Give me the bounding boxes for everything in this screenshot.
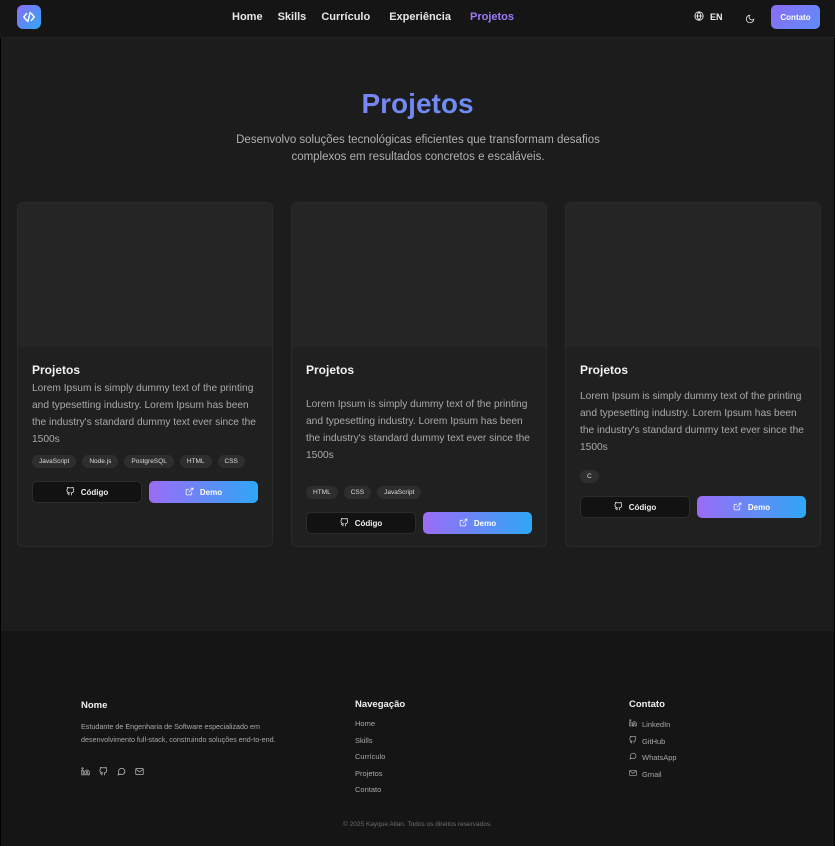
tag: C [580, 470, 599, 483]
nav-link-curriculo[interactable]: Currículo [321, 11, 370, 23]
whatsapp-icon[interactable] [117, 763, 126, 781]
project-card: Projetos Lorem Ipsum is simply dummy tex… [17, 202, 273, 547]
code-button-label: Código [628, 502, 657, 512]
footer-contact-heading: Contato [629, 699, 665, 710]
footer-bio: Estudante de Engenharia de Software espe… [81, 722, 276, 744]
code-button-label: Código [354, 518, 383, 528]
footer-name-heading: Nome [81, 700, 108, 711]
tag: PostgreSQL [124, 455, 174, 468]
mail-icon[interactable] [135, 763, 144, 781]
demo-button[interactable]: Demo [149, 481, 258, 503]
github-icon [614, 501, 623, 513]
tag: JavaScript [32, 455, 77, 468]
project-title: Projetos [580, 363, 629, 377]
project-description: Lorem Ipsum is simply dummy text of the … [32, 383, 256, 445]
project-card: Projetos Lorem Ipsum is simply dummy tex… [291, 202, 547, 547]
footer-nav-heading: Navegação [355, 699, 406, 710]
github-icon[interactable] [99, 763, 108, 781]
project-tags: C [580, 470, 599, 483]
copyright-text: © 2025 Kayque Allan. Todos os direitos r… [343, 821, 492, 828]
external-link-icon [459, 518, 468, 529]
footer-link-curriculo[interactable]: Currículo [355, 752, 385, 761]
linkedin-icon [629, 719, 637, 729]
tag: Node.js [82, 455, 119, 468]
footer-link-projetos[interactable]: Projetos [355, 769, 383, 778]
demo-button[interactable]: Demo [697, 496, 806, 518]
project-card: Projetos Lorem Ipsum is simply dummy tex… [565, 202, 821, 547]
project-tags: HTML CSS JavaScript [306, 486, 422, 499]
linkedin-icon[interactable] [81, 763, 90, 781]
contact-label: WhatsApp [642, 752, 677, 762]
whatsapp-icon [629, 752, 637, 762]
footer-contact-linkedin[interactable]: LinkedIn [629, 719, 670, 729]
code-button[interactable]: Código [580, 496, 690, 518]
page-title: Projetos [0, 88, 835, 120]
github-icon [340, 517, 349, 529]
globe-icon [694, 11, 704, 23]
contact-button[interactable]: Contato [771, 5, 820, 29]
project-description: Lorem Ipsum is simply dummy text of the … [306, 399, 530, 461]
tag: JavaScript [377, 486, 422, 499]
theme-toggle-moon-icon[interactable] [745, 11, 755, 29]
external-link-icon [733, 502, 742, 513]
code-button-label: Código [80, 487, 109, 497]
footer-link-skills[interactable]: Skills [355, 736, 373, 745]
nav-links: Home Skills Currículo Experiência Projet… [232, 11, 514, 23]
project-title: Projetos [32, 363, 81, 377]
demo-button[interactable]: Demo [423, 512, 532, 534]
footer-contact-github[interactable]: GitHub [629, 735, 666, 746]
footer-contact-gmail[interactable]: Gmail [629, 769, 662, 779]
external-link-icon [185, 487, 194, 498]
language-label: EN [710, 12, 723, 22]
project-image [18, 203, 272, 347]
footer-contact-whatsapp[interactable]: WhatsApp [629, 752, 677, 762]
project-tags: JavaScript Node.js PostgreSQL HTML CSS [32, 455, 245, 468]
page-subtitle: Desenvolvo soluções tecnológicas eficien… [236, 134, 600, 163]
contact-label: GitHub [642, 736, 666, 746]
contact-label: Gmail [642, 769, 662, 779]
nav-link-projetos[interactable]: Projetos [470, 11, 514, 23]
tag: CSS [217, 455, 245, 468]
footer-social-icons [81, 763, 144, 781]
top-navbar: Home Skills Currículo Experiência Projet… [0, 0, 835, 38]
nav-link-home[interactable]: Home [232, 11, 263, 23]
github-icon [629, 735, 637, 746]
nav-link-experiencia[interactable]: Experiência [389, 11, 451, 23]
github-icon [66, 486, 75, 498]
tag: HTML [306, 486, 338, 499]
project-description: Lorem Ipsum is simply dummy text of the … [580, 391, 804, 453]
project-image [292, 203, 546, 347]
tag: CSS [343, 486, 372, 499]
code-button[interactable]: Código [32, 481, 142, 503]
mail-icon [629, 769, 637, 779]
logo-code-icon[interactable] [17, 5, 41, 29]
code-button[interactable]: Código [306, 512, 416, 534]
demo-button-label: Demo [473, 518, 497, 528]
project-image [566, 203, 820, 347]
footer-link-contato[interactable]: Contato [355, 785, 381, 794]
demo-button-label: Demo [747, 502, 771, 512]
project-title: Projetos [306, 363, 355, 377]
footer: Nome Estudante de Engenharia de Software… [1, 631, 834, 846]
demo-button-label: Demo [199, 487, 223, 497]
footer-link-home[interactable]: Home [355, 719, 375, 728]
language-toggle[interactable]: EN [694, 11, 723, 23]
nav-link-skills[interactable]: Skills [278, 11, 307, 23]
tag: HTML [179, 455, 212, 468]
contact-label: LinkedIn [642, 719, 671, 729]
